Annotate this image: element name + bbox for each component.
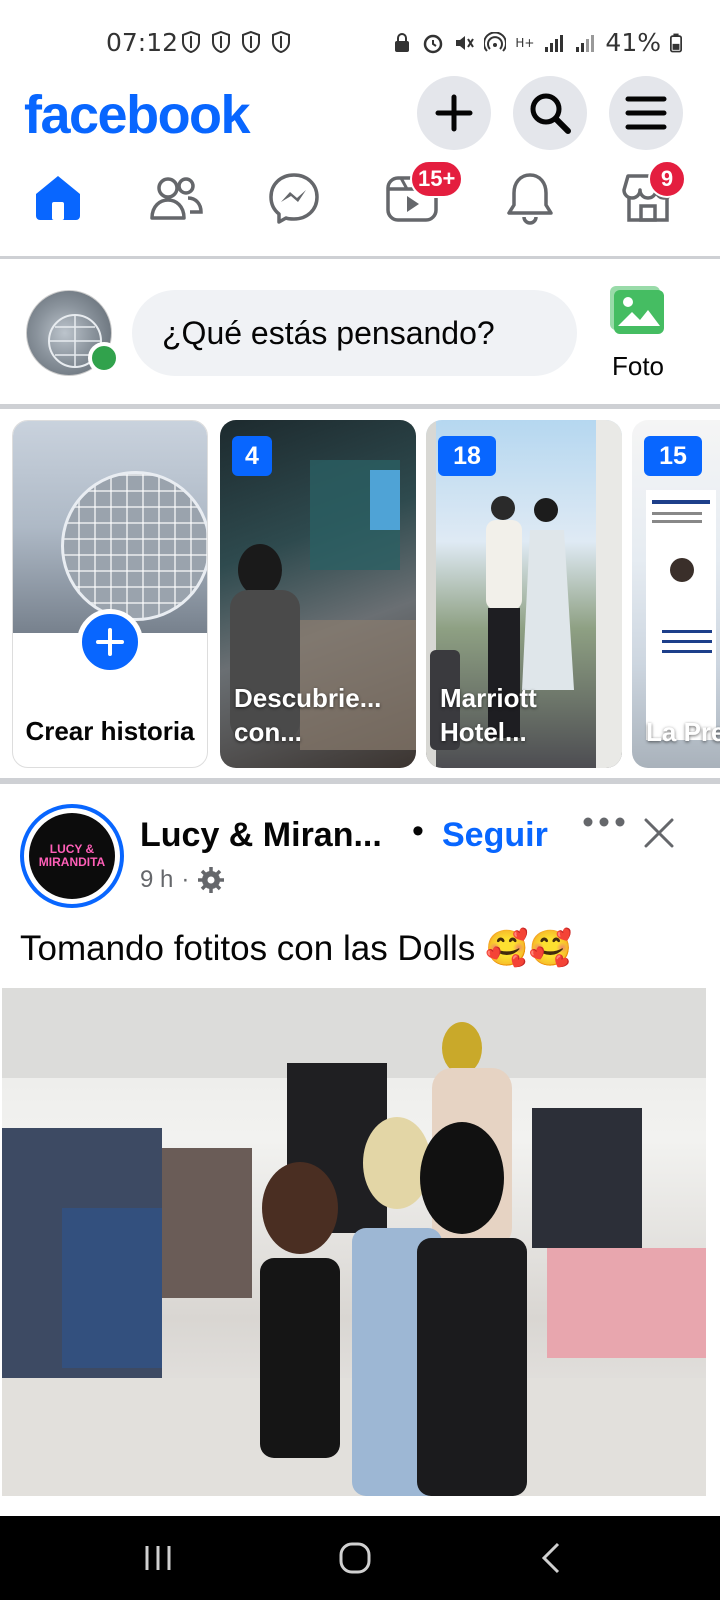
- lock-icon: [395, 32, 410, 52]
- plus-icon: [435, 94, 473, 132]
- signal-icon: [545, 34, 564, 52]
- plus-icon: [96, 628, 124, 656]
- story-count: 4: [232, 436, 272, 476]
- main-nav: 15+ 9: [0, 160, 720, 256]
- menu-button[interactable]: [609, 76, 683, 150]
- follow-button[interactable]: Seguir: [442, 816, 548, 855]
- story-card[interactable]: 15 La Pren: [632, 420, 720, 768]
- page-avatar[interactable]: LUCY & MIRANDITA: [20, 804, 124, 908]
- search-button[interactable]: [513, 76, 587, 150]
- back-button[interactable]: [520, 1536, 580, 1580]
- story-card[interactable]: 18 Marriott Hotel...: [426, 420, 622, 768]
- search-icon: [530, 93, 571, 134]
- home-icon: [36, 176, 80, 220]
- tab-notifications[interactable]: [500, 168, 560, 228]
- separator-dot: •: [412, 812, 424, 850]
- mute-icon: [456, 35, 475, 50]
- add-story-button[interactable]: [77, 609, 143, 675]
- marketplace-badge: 9: [648, 160, 686, 198]
- meta-dot: ·: [181, 866, 190, 893]
- recent-apps-button[interactable]: [128, 1536, 188, 1580]
- story-create-photo: [13, 421, 207, 633]
- status-bar: 07:12 H+ 41%: [0, 0, 720, 80]
- close-icon: [644, 818, 674, 848]
- online-indicator: [88, 342, 120, 374]
- more-icon: [583, 817, 625, 827]
- photo-icon: [610, 286, 664, 334]
- post-photo: [2, 988, 706, 1496]
- video-badge: 15+: [410, 160, 464, 198]
- feed-post: LUCY & MIRANDITA Lucy & Miran... • Segui…: [0, 790, 720, 1516]
- story-title: La Pren: [646, 717, 720, 748]
- post-time: 9 h: [140, 866, 174, 893]
- hide-post-button[interactable]: [644, 818, 674, 853]
- story-title: Marriott Hotel...: [440, 683, 537, 748]
- post-meta: 9 h ·: [140, 866, 225, 894]
- photo-label: Foto: [611, 351, 665, 381]
- battery-percent: 41%: [605, 28, 661, 57]
- story-card[interactable]: 4 Descubrie... con...: [220, 420, 416, 768]
- alarm-icon: [424, 34, 443, 53]
- bell-icon: [507, 173, 553, 225]
- story-count: 15: [644, 436, 702, 476]
- shield-icon: [272, 30, 290, 54]
- tab-friends[interactable]: [146, 168, 206, 228]
- shield-icon: [242, 30, 260, 54]
- story-count: 18: [438, 436, 496, 476]
- page-name[interactable]: Lucy & Miran...: [140, 816, 382, 855]
- battery-icon: [670, 33, 682, 52]
- home-outline-icon: [339, 1542, 371, 1574]
- post-options-button[interactable]: [582, 812, 626, 837]
- status-input[interactable]: ¿Qué estás pensando?: [132, 290, 577, 376]
- post-text: Tomando fotitos con las Dolls 🥰🥰: [20, 929, 573, 968]
- stories-tray: Crear historia 4 Descubrie... con... 18 …: [0, 412, 720, 784]
- gear-icon: [198, 867, 225, 893]
- network-type: H+: [515, 35, 535, 50]
- divider: [0, 256, 720, 259]
- post-image[interactable]: [2, 988, 706, 1496]
- tab-video[interactable]: 15+: [382, 160, 464, 228]
- notification-icons: [180, 30, 292, 54]
- home-button[interactable]: [325, 1536, 385, 1580]
- facebook-logo[interactable]: facebook: [24, 84, 251, 146]
- back-icon: [541, 1542, 560, 1574]
- app-header: facebook: [0, 72, 720, 152]
- tab-marketplace[interactable]: 9: [618, 160, 686, 228]
- tab-messenger[interactable]: [264, 168, 324, 228]
- shield-icon: [182, 30, 200, 54]
- create-story-card[interactable]: Crear historia: [12, 420, 208, 768]
- divider: [0, 778, 720, 784]
- menu-icon: [625, 96, 667, 130]
- story-title: Descubrie... con...: [234, 683, 382, 748]
- shield-icon: [212, 30, 230, 54]
- status-time: 07:12: [106, 28, 179, 57]
- photo-button[interactable]: Foto: [606, 284, 670, 382]
- recents-icon: [145, 1546, 171, 1570]
- hotspot-icon: [484, 31, 507, 52]
- page-avatar-logo: LUCY & MIRANDITA: [29, 813, 115, 899]
- system-status-icons: H+ 41%: [391, 28, 682, 57]
- divider: [0, 404, 720, 409]
- post-composer: ¿Qué estás pensando? Foto: [0, 262, 720, 404]
- system-navigation-bar: [0, 1516, 720, 1600]
- tab-home[interactable]: [28, 168, 88, 228]
- signal-icon: [576, 34, 595, 52]
- friends-icon: [150, 177, 203, 220]
- messenger-icon: [269, 173, 319, 224]
- create-button[interactable]: [417, 76, 491, 150]
- globe-sculpture: [61, 471, 207, 621]
- create-story-label: Crear historia: [25, 716, 195, 746]
